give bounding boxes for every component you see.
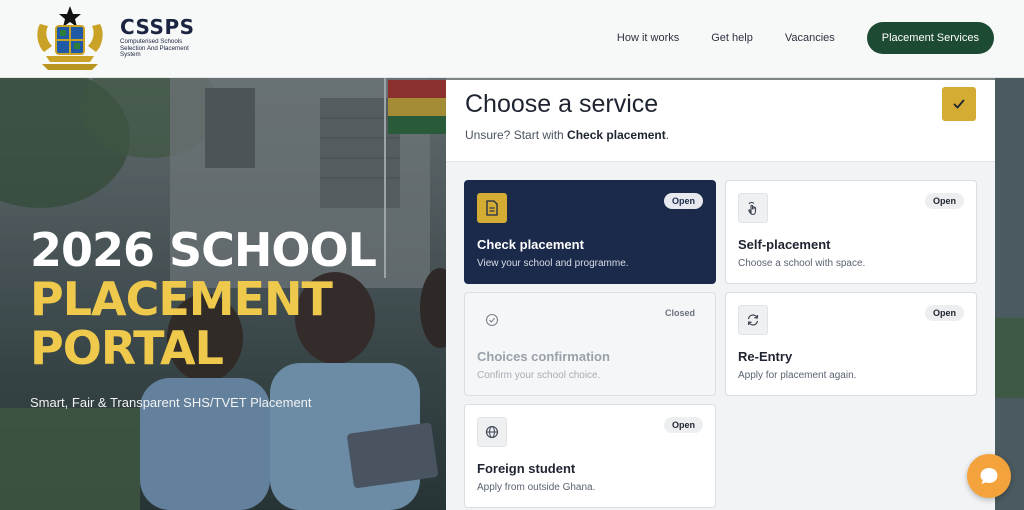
main-nav: How it works Get help Vacancies Placemen…	[617, 22, 994, 54]
refresh-icon	[738, 305, 768, 335]
status-badge: Open	[924, 193, 964, 209]
card-title: Self-placement	[738, 237, 831, 252]
service-panel: Choose a service Unsure? Start with Chec…	[446, 80, 995, 510]
status-badge: Open	[924, 305, 964, 321]
check-placement-link[interactable]: Check placement	[567, 128, 666, 142]
hero-title-line1: 2026 SCHOOL	[30, 223, 377, 277]
hero-title-line3: PORTAL	[30, 321, 224, 375]
card-title: Foreign student	[477, 461, 576, 476]
placement-services-button[interactable]: Placement Services	[866, 22, 994, 54]
service-card-check-placement[interactable]: Open Check placement View your school an…	[464, 180, 716, 284]
tap-hand-icon	[738, 193, 768, 223]
confirm-check-button[interactable]	[942, 87, 976, 121]
checkmark-icon	[953, 99, 965, 109]
card-description: Apply for placement again.	[738, 370, 857, 381]
check-circle-icon	[477, 305, 507, 335]
nav-get-help[interactable]: Get help	[711, 32, 753, 44]
status-badge: Closed	[664, 308, 695, 318]
service-card-foreign-student[interactable]: Open Foreign student Apply from outside …	[464, 404, 716, 508]
service-card-choices-confirmation: Closed Choices confirmation Confirm your…	[464, 292, 716, 396]
card-title: Choices confirmation	[477, 349, 610, 364]
card-description: Choose a school with space.	[738, 258, 866, 269]
globe-icon	[477, 417, 507, 447]
site-header: CSSPS Computerised Schools Selection And…	[0, 0, 1024, 78]
document-icon	[477, 193, 507, 223]
logo-title[interactable]: CSSPS	[120, 16, 198, 38]
status-badge: Open	[663, 417, 703, 433]
card-title: Re-Entry	[738, 349, 793, 364]
service-card-re-entry[interactable]: Open Re-Entry Apply for placement again.	[725, 292, 977, 396]
hint-period: .	[665, 128, 670, 142]
card-description: Confirm your school choice.	[477, 370, 601, 381]
nav-vacancies[interactable]: Vacancies	[785, 32, 835, 44]
ghana-coat-of-arms-logo[interactable]	[30, 4, 110, 72]
status-badge: Open	[663, 193, 703, 209]
hero-title: 2026 SCHOOL PLACEMENT PORTAL	[30, 223, 377, 375]
panel-title: Choose a service	[465, 90, 659, 118]
nav-how-it-works[interactable]: How it works	[617, 32, 679, 44]
hint-text: Unsure? Start with	[465, 128, 568, 142]
card-description: Apply from outside Ghana.	[477, 482, 596, 493]
hero-title-line2: PLACEMENT	[30, 272, 333, 326]
hero-subtitle: Smart, Fair & Transparent SHS/TVET Place…	[30, 395, 312, 410]
logo-subtitle: Computerised Schools Selection And Place…	[120, 38, 189, 59]
chat-bubble-icon	[980, 468, 998, 484]
chat-launcher-button[interactable]	[967, 454, 1011, 498]
service-card-self-placement[interactable]: Open Self-placement Choose a school with…	[725, 180, 977, 284]
card-description: View your school and programme.	[477, 258, 629, 269]
panel-hint: Unsure? Start with Check placement.	[465, 128, 669, 142]
card-title: Check placement	[477, 237, 584, 252]
panel-header: Choose a service Unsure? Start with Chec…	[446, 80, 995, 162]
